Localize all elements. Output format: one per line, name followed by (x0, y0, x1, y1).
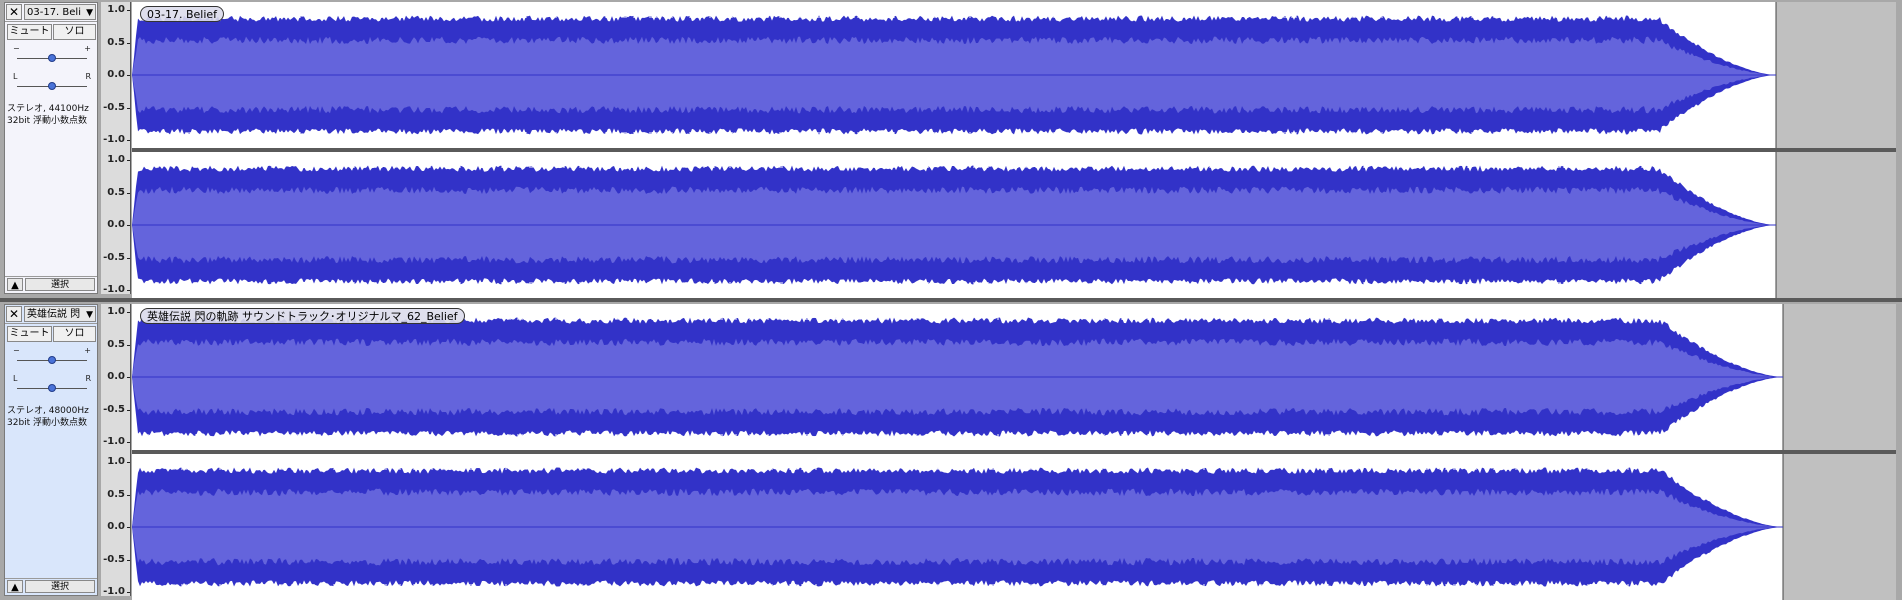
ruler-tick (127, 344, 130, 346)
track-title-bar: ✕ 03-17. Belief ▼ (5, 3, 97, 22)
ruler-tick-label: 1.0 (107, 154, 125, 165)
track-name: 03-17. Belief (27, 7, 81, 18)
track-bottom-bar: ▲ 選択 (5, 276, 97, 293)
pan-right-label: R (85, 72, 91, 81)
ruler-tick-label: 0.5 (107, 488, 125, 500)
ruler-tick (127, 462, 130, 463)
clip-name-label[interactable]: 英雄伝説 閃の軌跡 サウンドトラック･オリジナルマ_62_Belief (140, 308, 465, 324)
mute-button[interactable]: ミュート (7, 24, 52, 40)
track-info: ステレオ, 48000Hz 32bit 浮動小数点数 (7, 405, 97, 429)
pan-slider[interactable]: L R (11, 73, 93, 93)
ruler-tick-label: -0.5 (103, 553, 125, 565)
ruler-tick (127, 42, 130, 44)
pan-slider-knob[interactable] (48, 82, 56, 90)
ruler-tick-label: -0.5 (103, 251, 125, 263)
audio-track-1: ✕ 03-17. Belief ▼ ミュート ソロ − + L R ステレオ, … (0, 0, 1902, 298)
waveform-svg (132, 304, 1896, 450)
ruler-tick (127, 494, 130, 496)
ruler-tick-label: 1.0 (107, 4, 125, 15)
gain-minus-label: − (13, 44, 20, 53)
ruler-tick-label: 1.0 (107, 456, 125, 467)
ruler-tick-label: -1.0 (103, 134, 125, 145)
collapse-up-icon[interactable]: ▲ (7, 278, 23, 291)
ruler-tick (127, 559, 130, 561)
pan-left-label: L (13, 374, 18, 383)
track-name-menu[interactable]: 03-17. Belief ▼ (24, 4, 96, 20)
ruler-tick (127, 442, 130, 443)
waveform-svg (132, 454, 1896, 600)
ruler-tick-label: -1.0 (103, 436, 125, 447)
dropdown-arrow-icon: ▼ (86, 310, 93, 320)
track-sample-format-line: 32bit 浮動小数点数 (7, 116, 88, 126)
ruler-tick (127, 257, 130, 259)
ruler-tick-label: 0.5 (107, 338, 125, 350)
waveform-svg (132, 2, 1896, 148)
track-sample-format-line: 32bit 浮動小数点数 (7, 418, 88, 428)
pan-right-label: R (85, 374, 91, 383)
ruler-tick-label: -1.0 (103, 284, 125, 295)
ruler-tick-label: -1.0 (103, 586, 125, 597)
close-icon[interactable]: ✕ (6, 306, 22, 322)
gain-plus-label: + (84, 346, 91, 355)
ruler-tick (127, 225, 130, 226)
ruler-tick-label: 0.0 (107, 69, 125, 80)
ruler-tick (127, 290, 130, 291)
ruler-tick-label: 0.0 (107, 521, 125, 532)
collapse-up-icon[interactable]: ▲ (7, 580, 23, 593)
left-channel-waveform[interactable] (132, 304, 1896, 450)
pan-slider[interactable]: L R (11, 375, 93, 395)
ruler-tick-label: -0.5 (103, 403, 125, 415)
right-channel-waveform[interactable] (132, 152, 1896, 298)
vertical-amplitude-ruler: 1.0 0.5 0.0 -0.5 -1.0 1.0 0.5 0.0 -0.5 -1.0 (101, 304, 131, 597)
ruler-tick (127, 592, 130, 593)
select-track-button[interactable]: 選択 (25, 278, 95, 291)
dropdown-arrow-icon: ▼ (86, 8, 93, 18)
ruler-tick-label: 1.0 (107, 306, 125, 317)
ruler-tick-label: -0.5 (103, 101, 125, 113)
right-channel-waveform[interactable] (132, 454, 1896, 600)
pan-left-label: L (13, 72, 18, 81)
solo-button[interactable]: ソロ (53, 326, 96, 342)
ruler-tick (127, 377, 130, 378)
track-format-line: ステレオ, 48000Hz (7, 406, 89, 416)
mute-button[interactable]: ミュート (7, 326, 52, 342)
track-bottom-bar: ▲ 選択 (5, 578, 97, 595)
ruler-tick (127, 527, 130, 528)
ruler-tick-label: 0.0 (107, 219, 125, 230)
track-format-line: ステレオ, 44100Hz (7, 104, 89, 114)
track-info: ステレオ, 44100Hz 32bit 浮動小数点数 (7, 103, 97, 127)
gain-slider-knob[interactable] (48, 54, 56, 62)
solo-button[interactable]: ソロ (53, 24, 96, 40)
track-control-panel: ✕ 03-17. Belief ▼ ミュート ソロ − + L R ステレオ, … (4, 2, 98, 294)
ruler-tick (127, 409, 130, 411)
track-title-bar: ✕ 英雄伝説 閃 ▼ (5, 305, 97, 324)
ruler-tick-label: 0.0 (107, 371, 125, 382)
select-track-button[interactable]: 選択 (25, 580, 95, 593)
close-icon[interactable]: ✕ (6, 4, 22, 20)
pan-slider-knob[interactable] (48, 384, 56, 392)
ruler-tick (127, 140, 130, 141)
gain-slider-knob[interactable] (48, 356, 56, 364)
ruler-tick (127, 192, 130, 194)
left-channel-waveform[interactable] (132, 2, 1896, 148)
ruler-tick (127, 312, 130, 313)
vertical-amplitude-ruler: 1.0 0.5 0.0 -0.5 -1.0 1.0 0.5 0.0 -0.5 -1.0 (101, 2, 131, 295)
track-name-menu[interactable]: 英雄伝説 閃 ▼ (24, 306, 96, 322)
track-name: 英雄伝説 閃 (27, 309, 81, 320)
ruler-tick-label: 0.5 (107, 36, 125, 48)
gain-slider[interactable]: − + (11, 45, 93, 65)
ruler-tick-label: 0.5 (107, 186, 125, 198)
waveform-svg (132, 152, 1896, 298)
gain-slider[interactable]: − + (11, 347, 93, 367)
track-control-panel: ✕ 英雄伝説 閃 ▼ ミュート ソロ − + L R ステレオ, 48000Hz… (4, 304, 98, 596)
gain-plus-label: + (84, 44, 91, 53)
clip-name-label[interactable]: 03-17. Belief (140, 6, 225, 22)
ruler-tick (127, 75, 130, 76)
ruler-tick (127, 10, 130, 11)
gain-minus-label: − (13, 346, 20, 355)
ruler-tick (127, 107, 130, 109)
ruler-tick (127, 160, 130, 161)
audio-track-2: ✕ 英雄伝説 閃 ▼ ミュート ソロ − + L R ステレオ, 48000Hz… (0, 302, 1902, 600)
